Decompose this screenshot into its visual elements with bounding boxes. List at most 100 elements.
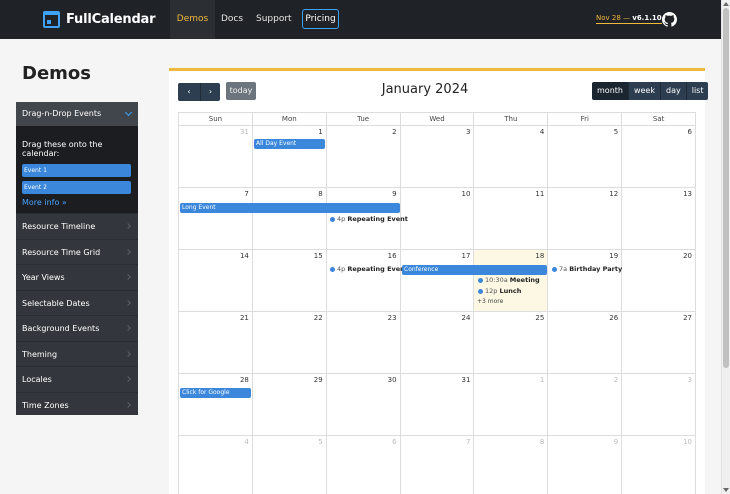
nav-pricing-button[interactable]: Pricing — [302, 9, 339, 29]
sidebar-item-theming[interactable]: Theming — [16, 340, 138, 367]
sidebar-item-resource-time-grid[interactable]: Resource Time Grid — [16, 238, 138, 265]
day-cell[interactable]: 9 — [547, 436, 621, 494]
day-cell[interactable]: 23 — [325, 312, 400, 373]
day-cell[interactable]: 4 — [179, 436, 252, 494]
event-lunch[interactable]: 12p Lunch — [476, 286, 521, 297]
day-cell[interactable]: 29 — [251, 374, 326, 435]
more-info-link[interactable]: More info » — [22, 198, 132, 207]
day-cell[interactable]: 12 — [547, 188, 621, 249]
day-cell[interactable]: 3 — [621, 374, 695, 435]
day-number[interactable]: 3 — [688, 376, 692, 384]
day-cell[interactable]: 11 — [473, 188, 547, 249]
day-cell[interactable]: 15 — [251, 250, 326, 311]
day-number[interactable]: 25 — [535, 314, 544, 322]
sidebar-item-year-views[interactable]: Year Views — [16, 264, 138, 290]
day-cell[interactable]: 10 — [399, 188, 474, 249]
nav-docs[interactable]: Docs — [221, 0, 243, 39]
day-number[interactable]: 14 — [240, 252, 249, 260]
day-number[interactable]: 5 — [614, 128, 618, 136]
day-number[interactable]: 16 — [388, 252, 397, 260]
day-number[interactable]: 21 — [240, 314, 249, 322]
day-number[interactable]: 4 — [540, 128, 544, 136]
day-cell[interactable]: 8 — [473, 436, 547, 494]
event-conference[interactable]: Conference — [402, 265, 547, 275]
day-number[interactable]: 5 — [318, 438, 322, 446]
more-events-link[interactable]: +3 more — [475, 297, 503, 306]
day-cell[interactable]: 21 — [179, 312, 252, 373]
sidebar-item-background-events[interactable]: Background Events — [16, 315, 138, 341]
draggable-event-1[interactable]: Event 1 — [22, 164, 131, 177]
day-number[interactable]: 8 — [540, 438, 544, 446]
event-long[interactable]: Long Event — [180, 203, 400, 213]
scroll-down-arrow-icon[interactable] — [723, 488, 729, 492]
day-number[interactable]: 7 — [244, 190, 248, 198]
day-number[interactable]: 17 — [462, 252, 471, 260]
day-number[interactable]: 4 — [244, 438, 248, 446]
day-number[interactable]: 31 — [462, 376, 471, 384]
day-number[interactable]: 27 — [683, 314, 692, 322]
day-number[interactable]: 26 — [609, 314, 618, 322]
day-number[interactable]: 30 — [388, 376, 397, 384]
day-number[interactable]: 2 — [614, 376, 618, 384]
day-cell[interactable]: 25 — [473, 312, 547, 373]
day-cell[interactable]: 6 — [325, 436, 400, 494]
view-month-button[interactable]: month — [592, 82, 628, 100]
day-number[interactable]: 29 — [314, 376, 323, 384]
day-cell[interactable]: 13 — [621, 188, 695, 249]
day-cell[interactable]: 6 — [621, 126, 695, 187]
day-number[interactable]: 19 — [609, 252, 618, 260]
day-number[interactable]: 6 — [688, 128, 692, 136]
day-number[interactable]: 12 — [609, 190, 618, 198]
event-repeating-1[interactable]: 4p Repeating Event — [328, 214, 408, 225]
day-number[interactable]: 24 — [462, 314, 471, 322]
day-cell[interactable]: 31 — [399, 374, 474, 435]
sidebar-item-time-zones[interactable]: Time Zones — [16, 391, 138, 418]
event-meeting[interactable]: 10:30a Meeting — [476, 275, 540, 286]
day-cell[interactable]: 16 — [325, 250, 400, 311]
draggable-event-2[interactable]: Event 2 — [22, 181, 131, 194]
day-cell[interactable]: 8 — [251, 188, 326, 249]
scroll-thumb[interactable] — [723, 8, 729, 368]
day-cell[interactable]: 2 — [547, 374, 621, 435]
day-cell[interactable]: 7 — [399, 436, 474, 494]
day-cell[interactable]: 10 — [621, 436, 695, 494]
day-cell[interactable]: 19 — [547, 250, 621, 311]
day-number[interactable]: 8 — [318, 190, 322, 198]
day-number[interactable]: 1 — [318, 128, 322, 136]
day-number[interactable]: 31 — [240, 128, 249, 136]
event-repeating-2[interactable]: 4p Repeating Event — [328, 264, 408, 275]
day-cell[interactable]: 31 — [179, 126, 252, 187]
day-cell[interactable]: 4 — [473, 126, 547, 187]
day-number[interactable]: 1 — [540, 376, 544, 384]
day-cell[interactable]: 26 — [547, 312, 621, 373]
day-number[interactable]: 22 — [314, 314, 323, 322]
day-number[interactable]: 9 — [614, 438, 618, 446]
day-number[interactable]: 11 — [535, 190, 544, 198]
day-number[interactable]: 2 — [392, 128, 396, 136]
day-cell[interactable]: 20 — [621, 250, 695, 311]
day-number[interactable]: 13 — [683, 190, 692, 198]
nav-demos[interactable]: Demos — [170, 0, 215, 39]
day-cell[interactable]: 5 — [251, 436, 326, 494]
day-number[interactable]: 6 — [392, 438, 396, 446]
view-week-button[interactable]: week — [627, 82, 660, 100]
day-number[interactable]: 9 — [392, 190, 396, 198]
sidebar-item-selectable-dates[interactable]: Selectable Dates — [16, 289, 138, 316]
sidebar-item-drag-n-drop[interactable]: Drag-n-Drop Events — [16, 102, 138, 126]
day-number[interactable]: 10 — [683, 438, 692, 446]
day-number[interactable]: 18 — [535, 252, 544, 260]
nav-support[interactable]: Support — [256, 0, 292, 39]
day-cell[interactable]: 2 — [325, 126, 400, 187]
event-click-for-google[interactable]: Click for Google — [180, 388, 251, 398]
view-day-button[interactable]: day — [660, 82, 686, 100]
day-number[interactable]: 3 — [466, 128, 470, 136]
day-cell[interactable]: 14 — [179, 250, 252, 311]
day-cell[interactable]: 5 — [547, 126, 621, 187]
event-all-day[interactable]: All Day Event — [254, 139, 325, 149]
day-cell[interactable]: 30 — [325, 374, 400, 435]
day-number[interactable]: 10 — [462, 190, 471, 198]
day-number[interactable]: 28 — [240, 376, 249, 384]
day-cell[interactable]: 24 — [399, 312, 474, 373]
day-cell[interactable]: 22 — [251, 312, 326, 373]
day-cell[interactable]: 3 — [399, 126, 474, 187]
